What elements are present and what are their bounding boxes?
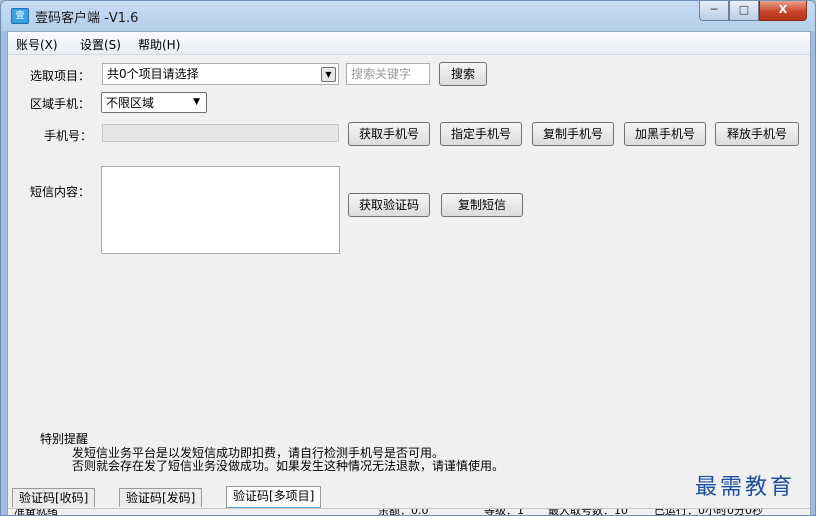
phone-field[interactable] [102, 124, 339, 142]
search-button[interactable]: 搜索 [439, 62, 487, 86]
minimize-button[interactable]: ─ [699, 1, 729, 21]
project-combo-value: 共0个项目请选择 [107, 67, 199, 81]
app-window: 壹 壹码客户端 -V1.6 ─ □ X 账号(X) 设置(S) 帮助(H) 选取… [0, 0, 816, 516]
menu-help[interactable]: 帮助(H) [138, 36, 180, 53]
menu-settings[interactable]: 设置(S) [80, 36, 121, 53]
window-controls: ─ □ X [699, 1, 807, 21]
chevron-down-icon: ▼ [193, 97, 200, 107]
project-label: 选取项目： [30, 69, 91, 83]
sms-content-area[interactable] [101, 166, 340, 254]
tab-receive-code[interactable]: 验证码[收码] [12, 488, 96, 507]
region-select[interactable]: 不限区域 ▼ [101, 92, 207, 113]
title-bar[interactable]: 壹 壹码客户端 -V1.6 ─ □ X [1, 1, 815, 31]
project-combo[interactable]: 共0个项目请选择 ▼ [102, 63, 339, 85]
specify-phone-button[interactable]: 指定手机号 [440, 122, 522, 146]
status-running: 已运行：0小时0分0秒 [654, 508, 763, 516]
watermark-text: 最需教育 [695, 475, 796, 500]
tab-multi-project[interactable]: 验证码[多项目] [226, 486, 322, 509]
menu-account[interactable]: 账号(X) [16, 36, 58, 53]
client-area: 账号(X) 设置(S) 帮助(H) 选取项目： 共0个项目请选择 ▼ 搜索关键字… [7, 31, 811, 516]
status-bar: 准备就绪 余额：0.0 等级：1 最大取号数：10 已运行：0小时0分0秒 [8, 508, 810, 516]
release-phone-button[interactable]: 释放手机号 [715, 122, 799, 146]
search-input[interactable]: 搜索关键字 [346, 63, 430, 85]
tab-bar: 验证码[收码] 验证码[发码] 验证码[多项目] [8, 486, 810, 509]
maximize-button[interactable]: □ [729, 1, 759, 21]
app-icon: 壹 [11, 8, 29, 24]
status-level: 等级：1 [484, 508, 524, 516]
status-balance: 余额：0.0 [378, 508, 429, 516]
copy-sms-button[interactable]: 复制短信 [441, 193, 523, 217]
notice-line-2: 否则就会存在发了短信业务没做成功。如果发生这种情况无法退款，请谨慎使用。 [72, 459, 505, 473]
get-code-button[interactable]: 获取验证码 [348, 193, 430, 217]
get-phone-button[interactable]: 获取手机号 [348, 122, 430, 146]
status-max-fetch: 最大取号数：10 [548, 508, 628, 516]
tab-send-code[interactable]: 验证码[发码] [119, 488, 203, 507]
phone-label: 手机号： [44, 129, 93, 143]
close-button[interactable]: X [759, 1, 807, 21]
region-select-value: 不限区域 [106, 96, 155, 110]
combo-dropdown-icon[interactable]: ▼ [321, 67, 336, 82]
region-label: 区域手机： [30, 97, 91, 111]
search-placeholder: 搜索关键字 [351, 67, 412, 81]
menu-bar: 账号(X) 设置(S) 帮助(H) [8, 32, 810, 55]
sms-label: 短信内容： [30, 185, 91, 199]
blacklist-phone-button[interactable]: 加黑手机号 [624, 122, 706, 146]
copy-phone-button[interactable]: 复制手机号 [532, 122, 614, 146]
window-title: 壹码客户端 -V1.6 [35, 11, 139, 26]
status-ready: 准备就绪 [14, 508, 58, 516]
